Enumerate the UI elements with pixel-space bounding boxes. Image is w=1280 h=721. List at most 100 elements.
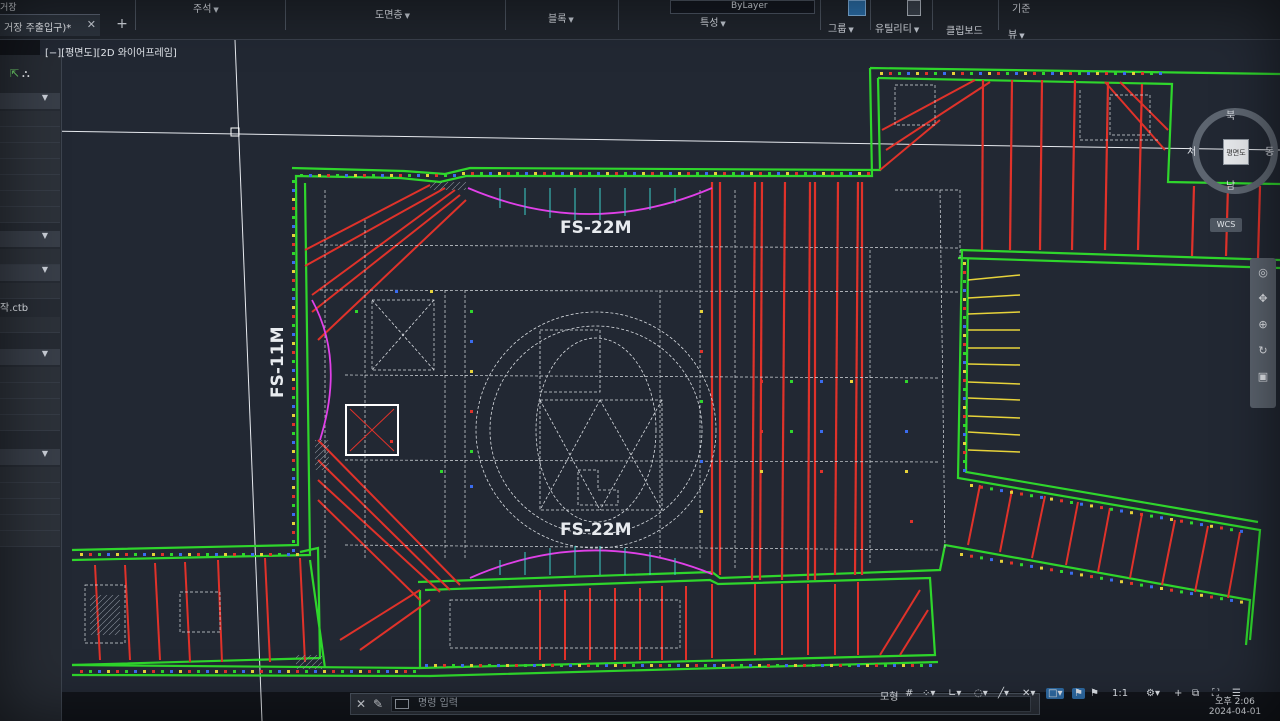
palette-row[interactable] xyxy=(0,515,60,531)
pile-marker xyxy=(292,459,295,462)
zoom-icon[interactable]: ⊕ xyxy=(1255,318,1271,334)
pile-marker xyxy=(80,553,83,556)
isodraft-icon[interactable]: ╱▾ xyxy=(998,688,1009,699)
pile-marker xyxy=(820,380,823,383)
pile-marker xyxy=(309,174,312,177)
palette-row[interactable] xyxy=(0,143,60,159)
showmotion-icon[interactable]: ▣ xyxy=(1255,370,1271,386)
workspace-gear-icon[interactable]: ⚙▾ xyxy=(1146,688,1160,699)
orbit-icon[interactable]: ↻ xyxy=(1255,344,1271,360)
annotation-visibility-icon[interactable]: ⚑ xyxy=(1072,688,1085,699)
palette-row[interactable] xyxy=(0,499,60,515)
pile-marker xyxy=(377,670,380,673)
pile-marker xyxy=(884,664,887,667)
snap-icon[interactable]: ⁘▾ xyxy=(922,688,935,699)
diagonal-struts-top-left xyxy=(304,184,467,341)
steering-wheel-icon[interactable]: ◎ xyxy=(1255,266,1271,282)
select-objects-icon[interactable]: ⇱ xyxy=(10,67,19,80)
palette-row[interactable] xyxy=(0,249,60,265)
pile-marker xyxy=(812,664,815,667)
palette-row[interactable] xyxy=(0,467,60,483)
palette-row[interactable] xyxy=(0,415,60,431)
palette-row[interactable] xyxy=(0,317,60,333)
pile-marker xyxy=(323,670,326,673)
wrench-icon[interactable]: ✎ xyxy=(373,697,383,711)
pile-marker xyxy=(452,664,455,667)
wcs-menu[interactable]: WCS xyxy=(1210,218,1242,232)
model-space-button[interactable]: 모형 xyxy=(880,688,898,703)
pile-marker xyxy=(650,664,653,667)
isolate-icon[interactable]: ⧉ xyxy=(1192,688,1199,699)
pile-marker xyxy=(1105,72,1108,75)
pile-marker xyxy=(292,549,295,552)
palette-row[interactable] xyxy=(0,127,60,143)
palette-row[interactable] xyxy=(0,383,60,399)
pile-marker xyxy=(849,172,852,175)
pile-marker xyxy=(1150,72,1153,75)
viewcube[interactable]: 평면도 북 서 동 남 xyxy=(1187,107,1278,194)
polar-icon[interactable]: ◌▾ xyxy=(974,688,988,699)
pile-marker xyxy=(170,670,173,673)
palette-section-misc[interactable]: ▼ xyxy=(0,449,60,465)
pile-marker xyxy=(1020,492,1023,496)
palette-section-3d[interactable]: ▼ xyxy=(0,231,60,247)
pan-icon[interactable]: ✥ xyxy=(1255,292,1271,308)
palette-row[interactable] xyxy=(0,207,60,223)
pile-marker xyxy=(615,172,618,175)
pile-marker xyxy=(1015,72,1018,75)
palette-row[interactable] xyxy=(0,367,60,383)
viewcube-south[interactable]: 남 xyxy=(1226,177,1235,192)
palette-section-view[interactable]: ▼ xyxy=(0,349,60,365)
pile-marker xyxy=(134,670,137,673)
viewcube-north[interactable]: 북 xyxy=(1226,107,1235,122)
viewport-controls-label[interactable]: [−][평면도][2D 와이어프레임] xyxy=(45,44,177,59)
taskbar-clock[interactable]: 오후 2:06 2024-04-01 xyxy=(1200,694,1270,721)
command-prompt-icon[interactable] xyxy=(395,699,409,709)
pile-marker xyxy=(470,450,473,453)
pile-marker xyxy=(292,207,295,210)
palette-row[interactable] xyxy=(0,531,60,547)
plot-style-table[interactable]: 작.ctb xyxy=(0,299,28,314)
ortho-icon[interactable]: ∟▾ xyxy=(948,688,961,699)
grid-icon[interactable]: # xyxy=(905,688,913,699)
object-snap-icon[interactable]: ✕▾ xyxy=(1022,688,1035,699)
palette-section-plot[interactable]: ▼ xyxy=(0,265,60,281)
pile-marker xyxy=(1069,72,1072,75)
pile-marker xyxy=(453,174,456,177)
viewcube-west[interactable]: 서 xyxy=(1187,143,1196,158)
pile-marker xyxy=(952,72,955,75)
annotation-scale[interactable]: 1:1 xyxy=(1112,688,1128,699)
pile-marker xyxy=(426,174,429,177)
palette-icons[interactable]: ⇱ ⛬ xyxy=(0,67,34,85)
pile-marker xyxy=(1140,583,1143,587)
palette-row[interactable] xyxy=(0,483,60,499)
pile-marker xyxy=(292,405,295,408)
pile-marker xyxy=(1160,587,1163,590)
viewcube-east[interactable]: 동 xyxy=(1265,143,1274,158)
pile-marker xyxy=(292,513,295,516)
palette-section-general[interactable]: ▼ xyxy=(0,93,60,109)
pile-marker xyxy=(359,670,362,673)
pile-marker xyxy=(292,288,295,291)
palette-row[interactable] xyxy=(0,175,60,191)
pile-marker xyxy=(1087,72,1090,75)
pile-marker xyxy=(963,307,966,310)
palette-row[interactable] xyxy=(0,399,60,415)
close-icon[interactable]: ✕ xyxy=(356,697,366,711)
palette-row[interactable] xyxy=(0,111,60,127)
palette-row[interactable] xyxy=(0,159,60,175)
pile-marker xyxy=(596,664,599,667)
pile-marker xyxy=(893,664,896,667)
palette-row[interactable] xyxy=(0,283,60,299)
selection-cycling-icon[interactable]: □▾ xyxy=(1046,688,1065,699)
autoscale-icon[interactable]: ⚑ xyxy=(1090,688,1099,699)
pile-marker xyxy=(296,553,299,556)
palette-row[interactable] xyxy=(0,191,60,207)
navigation-bar: ◎ ✥ ⊕ ↻ ▣ xyxy=(1250,258,1276,408)
viewcube-top-face[interactable]: 평면도 xyxy=(1223,139,1249,165)
pile-marker xyxy=(695,664,698,667)
pile-marker xyxy=(960,553,963,556)
pile-marker xyxy=(506,664,509,667)
plus-icon[interactable]: + xyxy=(1174,688,1182,699)
quick-select-icon[interactable]: ⛬ xyxy=(22,67,30,81)
